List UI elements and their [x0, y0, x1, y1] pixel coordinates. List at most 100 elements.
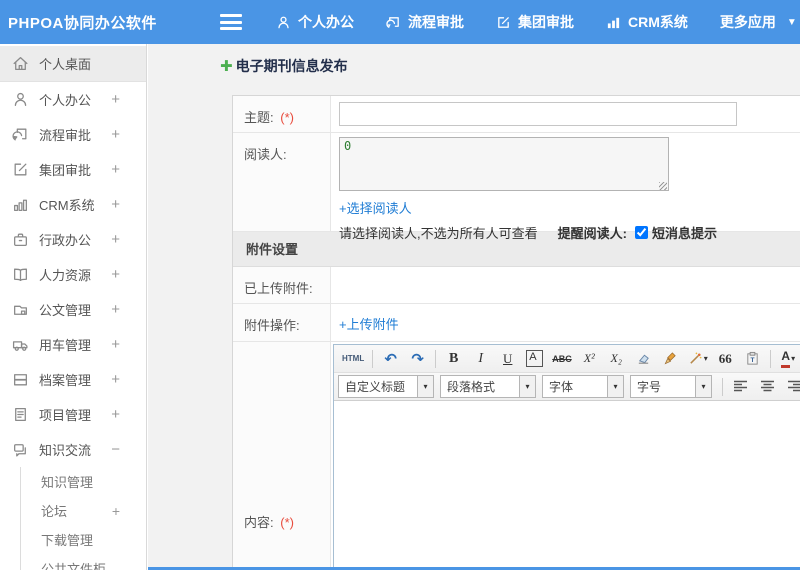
- editor-content-area[interactable]: [334, 401, 800, 570]
- topnav-group-approval[interactable]: 集团审批: [496, 12, 574, 32]
- sidebar-subitem-download-management[interactable]: 下载管理: [21, 525, 146, 554]
- sidebar-item-project-management[interactable]: 项目管理 +: [0, 397, 146, 432]
- sidebar-subitem-public-file-cabinet[interactable]: 公共文件柜: [21, 554, 146, 570]
- bar-chart-icon: [606, 15, 621, 30]
- expand-toggle[interactable]: +: [111, 231, 120, 248]
- sidebar-item-vehicle-management[interactable]: 用车管理 +: [0, 327, 146, 362]
- editor-toolbar-row1: HTML ↶ ↷ B I U A ABC X² X₂ ▾ 66 T A ▾: [334, 345, 800, 373]
- html-source-button[interactable]: HTML: [339, 347, 367, 370]
- chevron-down-icon: ▼: [786, 16, 797, 28]
- sidebar-item-archive-management[interactable]: 档案管理 +: [0, 362, 146, 397]
- hamburger-menu-icon[interactable]: [220, 14, 242, 30]
- topnav-crm[interactable]: CRM系统: [606, 12, 688, 32]
- chevron-down-icon: ▾: [607, 376, 623, 397]
- sidebar-item-label: CRM系统: [39, 198, 95, 213]
- strikethrough-button[interactable]: ABC: [549, 347, 575, 370]
- archive-icon: [12, 371, 29, 388]
- align-left-button[interactable]: [728, 375, 753, 398]
- sidebar-item-crm[interactable]: CRM系统 +: [0, 187, 146, 222]
- knowledge-exchange-submenu: 知识管理 论坛 + 下载管理 公共文件柜: [20, 467, 146, 570]
- sidebar-subitem-forum[interactable]: 论坛 +: [21, 496, 146, 525]
- heading-select[interactable]: 自定义标题 ▾: [338, 375, 434, 398]
- font-family-select[interactable]: 字体 ▾: [542, 375, 624, 398]
- person-icon: [12, 91, 29, 108]
- sidebar-item-document-management[interactable]: 公文管理 +: [0, 292, 146, 327]
- align-center-button[interactable]: [755, 375, 780, 398]
- topnav-personal-office[interactable]: 个人办公: [276, 12, 354, 32]
- sidebar-item-admin-office[interactable]: 行政办公 +: [0, 222, 146, 257]
- sidebar-subitem-label: 论坛: [41, 504, 68, 519]
- sidebar-item-label: 流程审批: [39, 128, 92, 143]
- sidebar-item-label: 人力资源: [39, 268, 92, 283]
- home-icon: [12, 55, 29, 72]
- edit-icon: [12, 161, 29, 178]
- sidebar-item-label: 行政办公: [39, 233, 92, 248]
- main-content: ✚ 电子期刊信息发布 主题: (*) 阅读人: 0 +选择阅读人 请选择阅读人,…: [148, 44, 800, 570]
- paste-button[interactable]: T: [740, 347, 765, 370]
- expand-toggle[interactable]: +: [111, 371, 120, 388]
- sidebar-subitem-knowledge-management[interactable]: 知识管理: [21, 467, 146, 496]
- bold-button[interactable]: B: [441, 347, 466, 370]
- sms-notify-checkbox[interactable]: [634, 226, 648, 239]
- underline-button[interactable]: U: [495, 347, 520, 370]
- sidebar-item-label: 集团审批: [39, 163, 92, 178]
- sidebar-item-label: 个人桌面: [39, 57, 92, 72]
- undo-button[interactable]: ↶: [378, 347, 403, 370]
- font-size-select[interactable]: 字号 ▾: [630, 375, 712, 398]
- readers-textarea[interactable]: 0: [339, 137, 669, 191]
- font-color-button[interactable]: A ▾: [776, 347, 800, 370]
- paragraph-format-select[interactable]: 段落格式 ▾: [440, 375, 536, 398]
- uploaded-attachments-value: [331, 267, 800, 303]
- topnav-label: 流程审批: [408, 14, 464, 30]
- select-readers-link[interactable]: +选择阅读人: [339, 198, 412, 217]
- app-brand: PHPOA协同办公软件: [8, 14, 157, 32]
- italic-button[interactable]: I: [468, 347, 493, 370]
- expand-toggle[interactable]: +: [112, 503, 120, 519]
- subject-input[interactable]: [339, 102, 737, 126]
- page-title: ✚ 电子期刊信息发布: [220, 56, 348, 76]
- svg-text:T: T: [750, 357, 754, 364]
- eraser-button[interactable]: [631, 347, 656, 370]
- attachment-action-label: 附件操作:: [233, 304, 331, 341]
- topnav-more-apps[interactable]: 更多应用 ▼: [720, 12, 797, 32]
- top-navigation: 个人办公 流程审批 集团审批 CRM系统 更多应用 ▼: [276, 12, 797, 32]
- format-brush-button[interactable]: [658, 347, 683, 370]
- font-style-button[interactable]: A: [522, 347, 547, 370]
- expand-toggle[interactable]: +: [111, 126, 120, 143]
- topnav-label: CRM系统: [628, 14, 688, 30]
- collapse-toggle[interactable]: −: [111, 441, 120, 458]
- sidebar-item-group-approval[interactable]: 集团审批 +: [0, 152, 146, 187]
- auto-format-wand-button[interactable]: ▾: [685, 347, 711, 370]
- resize-grip-icon[interactable]: [659, 182, 667, 190]
- chevron-down-icon: ▾: [791, 354, 796, 363]
- briefcase-icon: [12, 231, 29, 248]
- green-plus-icon: ✚: [220, 58, 233, 75]
- upload-attachment-link[interactable]: +上传附件: [339, 317, 399, 332]
- publish-form: 主题: (*) 阅读人: 0 +选择阅读人 请选择阅读人,不选为所有人可查看 提…: [232, 95, 800, 570]
- expand-toggle[interactable]: +: [111, 406, 120, 423]
- chevron-down-icon: ▾: [519, 376, 535, 397]
- topnav-workflow-approval[interactable]: 流程审批: [386, 12, 464, 32]
- expand-toggle[interactable]: +: [111, 301, 120, 318]
- blockquote-button[interactable]: 66: [713, 347, 738, 370]
- uploaded-attachments-label: 已上传附件:: [233, 267, 331, 303]
- subscript-button[interactable]: X₂: [604, 347, 629, 370]
- sidebar-item-human-resources[interactable]: 人力资源 +: [0, 257, 146, 292]
- chevron-down-icon: ▾: [695, 376, 711, 397]
- readers-hint-text: 请选择阅读人,不选为所有人可查看: [339, 226, 538, 241]
- sidebar-item-workflow-approval[interactable]: 流程审批 +: [0, 117, 146, 152]
- align-right-button[interactable]: [782, 375, 800, 398]
- superscript-button[interactable]: X²: [577, 347, 602, 370]
- sidebar-item-knowledge-exchange[interactable]: 知识交流 −: [0, 432, 146, 467]
- expand-toggle[interactable]: +: [111, 196, 120, 213]
- sidebar-item-personal-desktop[interactable]: 个人桌面: [0, 46, 146, 82]
- expand-toggle[interactable]: +: [111, 336, 120, 353]
- toolbar-separator: [372, 349, 374, 368]
- chat-bubbles-icon: [12, 441, 29, 458]
- expand-toggle[interactable]: +: [111, 266, 120, 283]
- sidebar-item-label: 项目管理: [39, 408, 92, 423]
- sidebar-item-personal-office[interactable]: 个人办公 +: [0, 82, 146, 117]
- expand-toggle[interactable]: +: [111, 91, 120, 108]
- redo-button[interactable]: ↷: [405, 347, 430, 370]
- expand-toggle[interactable]: +: [111, 161, 120, 178]
